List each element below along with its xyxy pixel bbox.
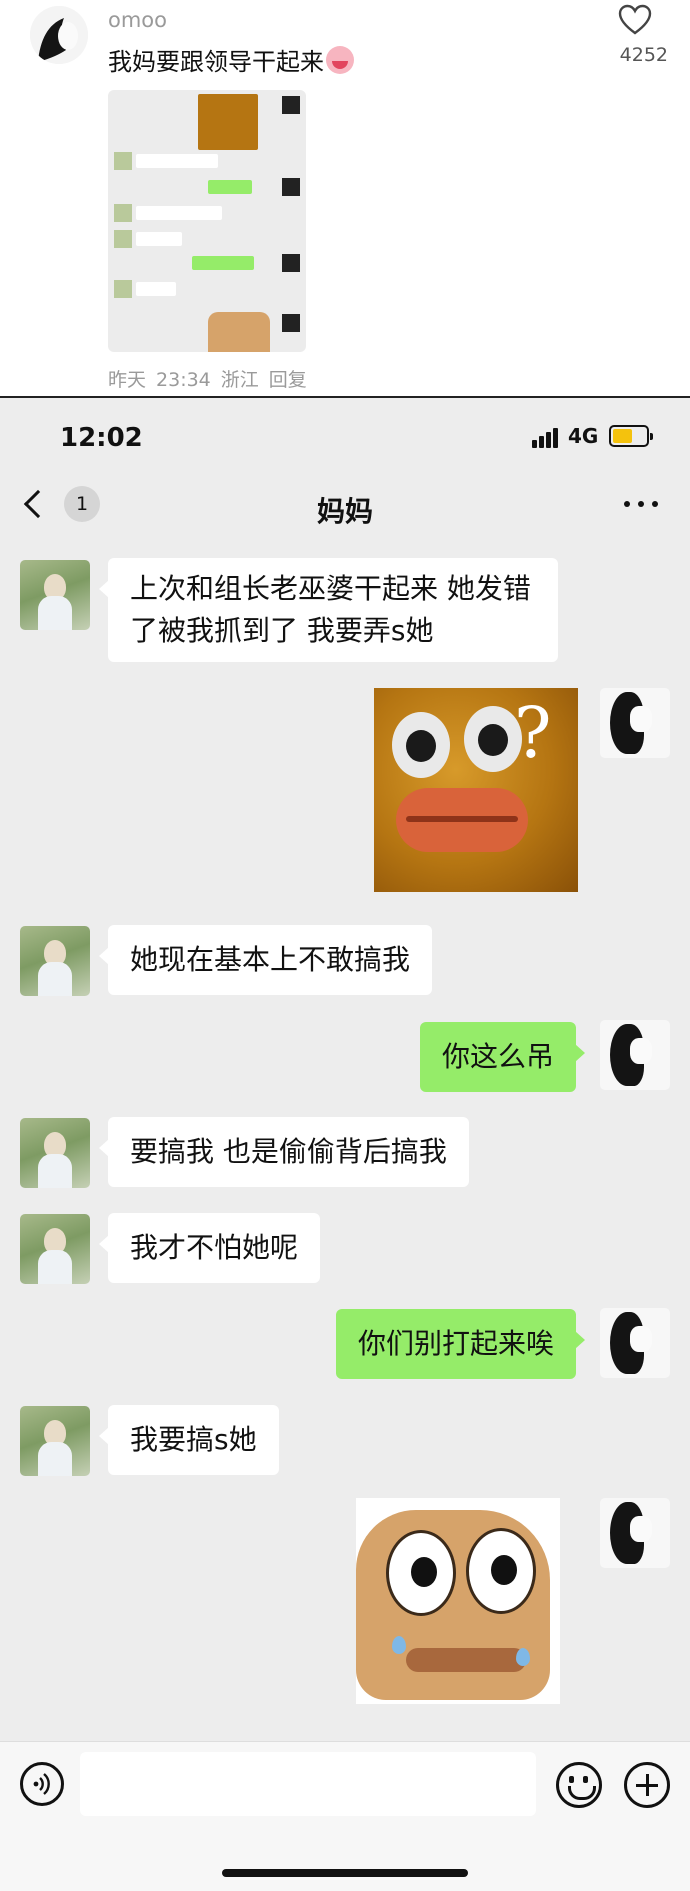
- chat-header: 1 妈妈: [0, 468, 690, 544]
- chat-screen: 12:02 4G 1 妈妈 上次和组长老巫婆干起来 她发错 了被我抓到了 我要弄…: [0, 398, 690, 1891]
- reply-button[interactable]: 回复: [269, 369, 307, 391]
- mini-sticker-1: [198, 94, 258, 150]
- battery-icon: [609, 425, 653, 447]
- mini-avatar: [282, 178, 300, 196]
- comment-time: 23:34: [156, 369, 211, 391]
- tear-drop-icon: [392, 1636, 406, 1654]
- comment-text: 我妈要跟领导干起来: [108, 42, 354, 77]
- voice-input-icon[interactable]: [20, 1762, 64, 1806]
- message-text: 要搞我 也是偷偷背后搞我: [130, 1135, 447, 1168]
- comment-meta: 昨天 23:34 浙江 回复: [108, 365, 317, 392]
- mini-sticker-2: [208, 312, 270, 352]
- mini-avatar: [114, 152, 132, 170]
- battery-level: [613, 429, 632, 443]
- my-avatar[interactable]: [600, 1308, 670, 1378]
- like-count: 4252: [619, 44, 668, 66]
- message-text: 你们别打起来唉: [357, 1327, 554, 1360]
- mini-avatar: [114, 230, 132, 248]
- sticker-mouth: [396, 788, 528, 852]
- contact-avatar[interactable]: [20, 560, 90, 630]
- plus-circle-icon[interactable]: [624, 1762, 670, 1808]
- message-input[interactable]: [80, 1752, 536, 1816]
- message-bubble-incoming[interactable]: 我要搞s她: [99, 1405, 279, 1475]
- message-bubble-incoming[interactable]: 上次和组长老巫婆干起来 她发错 了被我抓到了 我要弄s她: [99, 558, 558, 662]
- mini-bubble: [192, 256, 254, 270]
- tear-drop-icon: [516, 1648, 530, 1666]
- message-text: 她现在基本上不敢搞我: [130, 943, 411, 976]
- mini-avatar: [282, 96, 300, 114]
- contact-avatar[interactable]: [20, 1118, 90, 1188]
- like-heart-icon[interactable]: [618, 4, 652, 36]
- sticker-eye: [386, 1530, 456, 1616]
- chat-title: 妈妈: [316, 495, 373, 528]
- ellipsis-icon[interactable]: [624, 498, 660, 510]
- message-text: 了被我抓到了 我要弄s她: [130, 614, 434, 647]
- message-bubble-outgoing[interactable]: 你这么吊: [419, 1022, 586, 1092]
- sticker-eye: [392, 712, 450, 778]
- mini-avatar: [114, 280, 132, 298]
- mini-avatar: [282, 314, 300, 332]
- sticker-mouth: [406, 1648, 526, 1672]
- message-text: 你这么吊: [441, 1040, 554, 1073]
- mini-avatar: [114, 204, 132, 222]
- mini-bubble: [136, 154, 218, 168]
- status-bar: 12:02 4G: [0, 398, 690, 468]
- contact-avatar[interactable]: [20, 1406, 90, 1476]
- input-bar: [0, 1741, 690, 1891]
- contact-avatar[interactable]: [20, 926, 90, 996]
- my-avatar[interactable]: [600, 1498, 670, 1568]
- mini-bubble: [136, 206, 222, 220]
- status-time: 12:02: [60, 423, 143, 453]
- message-bubble-incoming[interactable]: 要搞我 也是偷偷背后搞我: [99, 1117, 469, 1187]
- confused-fish-face-sticker[interactable]: ?: [374, 688, 578, 892]
- my-avatar[interactable]: [600, 1020, 670, 1090]
- mini-bubble: [136, 232, 182, 246]
- comment-image-thumbnail[interactable]: [108, 90, 306, 352]
- mini-bubble: [208, 180, 252, 194]
- comment-body: 我妈要跟领导干起来: [108, 48, 324, 76]
- mini-bubble: [136, 282, 176, 296]
- commenter-username[interactable]: omoo: [108, 8, 167, 32]
- message-text: 我才不怕她呢: [130, 1231, 299, 1264]
- home-indicator[interactable]: [222, 1869, 468, 1877]
- message-bubble-incoming[interactable]: 我才不怕她呢: [98, 1213, 321, 1283]
- contact-avatar[interactable]: [20, 1214, 90, 1284]
- commenter-avatar[interactable]: [30, 6, 88, 64]
- comment-date: 昨天: [108, 369, 147, 391]
- crying-frog-face-sticker[interactable]: [356, 1498, 560, 1704]
- smiley-icon[interactable]: [556, 1762, 602, 1808]
- comment-location: 浙江: [220, 369, 259, 391]
- message-bubble-incoming[interactable]: 她现在基本上不敢搞我: [98, 925, 433, 995]
- crying-face-emoji-icon: [326, 46, 354, 74]
- message-text: 上次和组长老巫婆干起来 她发错: [130, 572, 531, 605]
- comment-card: omoo 我妈要跟领导干起来 4252 昨天 23:34 浙江 回复: [0, 0, 690, 398]
- signal-strength-icon: [532, 426, 560, 448]
- my-avatar[interactable]: [600, 688, 670, 758]
- sticker-eye: [466, 1528, 536, 1614]
- mini-avatar: [282, 254, 300, 272]
- message-bubble-outgoing[interactable]: 你们别打起来唉: [335, 1309, 586, 1379]
- message-text: 我要搞s她: [130, 1423, 257, 1456]
- network-type: 4G: [568, 424, 599, 448]
- question-mark-icon: ?: [514, 692, 552, 774]
